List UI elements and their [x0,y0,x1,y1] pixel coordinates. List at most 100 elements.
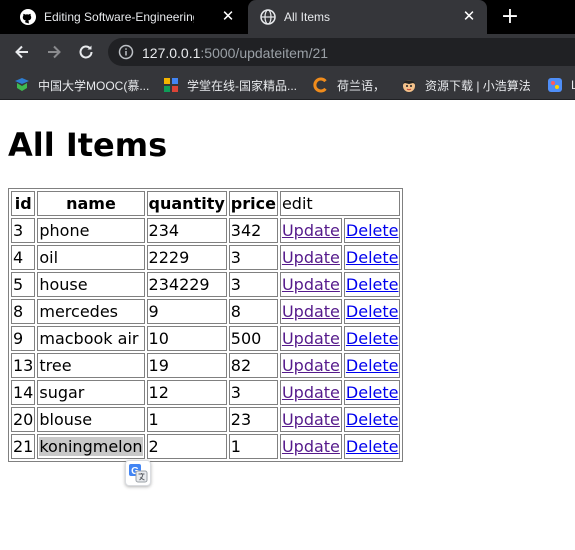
cell-delete: Delete [343,434,401,459]
close-tab-icon[interactable]: ✕ [220,9,236,25]
update-link[interactable]: Update [282,329,340,348]
table-row: 14 sugar 12 3 Update Delete [11,380,401,405]
xuetang-icon [163,77,179,93]
cell-name: macbook air [37,326,145,351]
header-name: name [37,191,145,216]
bookmark-l[interactable]: L [547,76,575,94]
new-tab-icon[interactable]: + [500,6,520,28]
cell-id: 14 [11,380,36,405]
browser-toolbar: 127.0.0.1:5000/updateitem/21 [0,34,575,70]
cell-price: 3 [228,380,278,405]
delete-link[interactable]: Delete [346,410,399,429]
cell-update: Update [279,299,342,324]
forward-arrow-icon[interactable] [44,42,64,62]
update-link[interactable]: Update [282,410,340,429]
delete-link[interactable]: Delete [346,383,399,402]
header-edit: edit [279,191,401,216]
table-row: 8 mercedes 9 8 Update Delete [11,299,401,324]
bookmark-xuetang[interactable]: 学堂在线-国家精品... [163,76,297,94]
bookmark-label: 学堂在线-国家精品... [187,78,297,93]
cell-price: 3 [228,245,278,270]
header-id: id [11,191,36,216]
cell-id: 13 [11,353,36,378]
cell-delete: Delete [343,299,401,324]
page-content: All Items id name quantity price edit 3 … [0,101,575,550]
delete-link[interactable]: Delete [346,329,399,348]
url-host: 127.0.0.1 [142,45,201,61]
cell-price: 23 [228,407,278,432]
table-row: 4 oil 2229 3 Update Delete [11,245,401,270]
cell-price: 342 [228,218,278,243]
update-link[interactable]: Update [282,275,340,294]
cell-name: koningmelon [37,434,145,459]
cell-quantity: 234229 [146,272,227,297]
bookmark-mooc[interactable]: 中国大学MOOC(慕... [14,76,149,94]
table-row: 3 phone 234 342 Update Delete [11,218,401,243]
tab-all-items[interactable]: All Items ✕ [248,0,487,34]
cell-delete: Delete [343,218,401,243]
table-header-row: id name quantity price edit [11,191,401,216]
cell-delete: Delete [343,380,401,405]
update-link[interactable]: Update [282,248,340,267]
cell-update: Update [279,245,342,270]
bookmarks-bar: 中国大学MOOC(慕... 学堂在线-国家精品... 荷兰语， 资源下载 | 小… [0,70,575,100]
header-quantity: quantity [146,191,227,216]
tab-strip: Editing Software-Engineering-Cru ✕ All I… [0,0,575,34]
cell-quantity: 234 [146,218,227,243]
cell-update: Update [279,326,342,351]
reload-icon[interactable] [76,42,96,62]
cell-name: mercedes [37,299,145,324]
cell-id: 21 [11,434,36,459]
delete-link[interactable]: Delete [346,221,399,240]
table-row: 21 koningmelon 2 1 Update Delete [11,434,401,459]
cell-price: 500 [228,326,278,351]
delete-link[interactable]: Delete [346,437,399,456]
cell-quantity: 10 [146,326,227,351]
address-bar[interactable]: 127.0.0.1:5000/updateitem/21 [108,38,575,66]
delete-link[interactable]: Delete [346,248,399,267]
table-row: 20 blouse 1 23 Update Delete [11,407,401,432]
bookmark-xiaohao[interactable]: 资源下载 | 小浩算法 [401,76,531,94]
update-link[interactable]: Update [282,302,340,321]
cell-quantity: 1 [146,407,227,432]
bookmark-dutch[interactable]: 荷兰语， [313,76,385,94]
cell-name: house [37,272,145,297]
info-icon[interactable] [118,44,134,60]
back-arrow-icon[interactable] [12,42,32,62]
update-link[interactable]: Update [282,383,340,402]
cell-price: 1 [228,434,278,459]
cell-id: 4 [11,245,36,270]
tab-title: All Items [284,10,331,24]
bookmark-label: 资源下载 | 小浩算法 [425,78,531,93]
bookmark-label: 中国大学MOOC(慕... [38,78,150,93]
cell-price: 82 [228,353,278,378]
delete-link[interactable]: Delete [346,356,399,375]
cell-name: oil [37,245,145,270]
bookmark-label: L [571,78,575,92]
url-path: :5000/updateitem/21 [200,45,329,61]
cell-quantity: 19 [146,353,227,378]
cell-quantity: 2 [146,434,227,459]
update-link[interactable]: Update [282,221,340,240]
cell-name: tree [37,353,145,378]
globe-icon [260,9,276,25]
puzzle-icon [547,77,563,93]
tab-editing[interactable]: Editing Software-Engineering-Cru ✕ [8,0,246,34]
cell-name: blouse [37,407,145,432]
cell-update: Update [279,353,342,378]
cell-delete: Delete [343,326,401,351]
delete-link[interactable]: Delete [346,275,399,294]
update-link[interactable]: Update [282,356,340,375]
delete-link[interactable]: Delete [346,302,399,321]
translate-icon[interactable]: G [125,460,151,486]
url-text: 127.0.0.1:5000/updateitem/21 [142,45,328,61]
cell-quantity: 12 [146,380,227,405]
mooc-icon [14,77,30,93]
close-tab-icon[interactable]: ✕ [461,9,477,25]
cell-update: Update [279,380,342,405]
cell-id: 20 [11,407,36,432]
update-link[interactable]: Update [282,437,340,456]
table-row: 5 house 234229 3 Update Delete [11,272,401,297]
cell-price: 8 [228,299,278,324]
cell-update: Update [279,407,342,432]
